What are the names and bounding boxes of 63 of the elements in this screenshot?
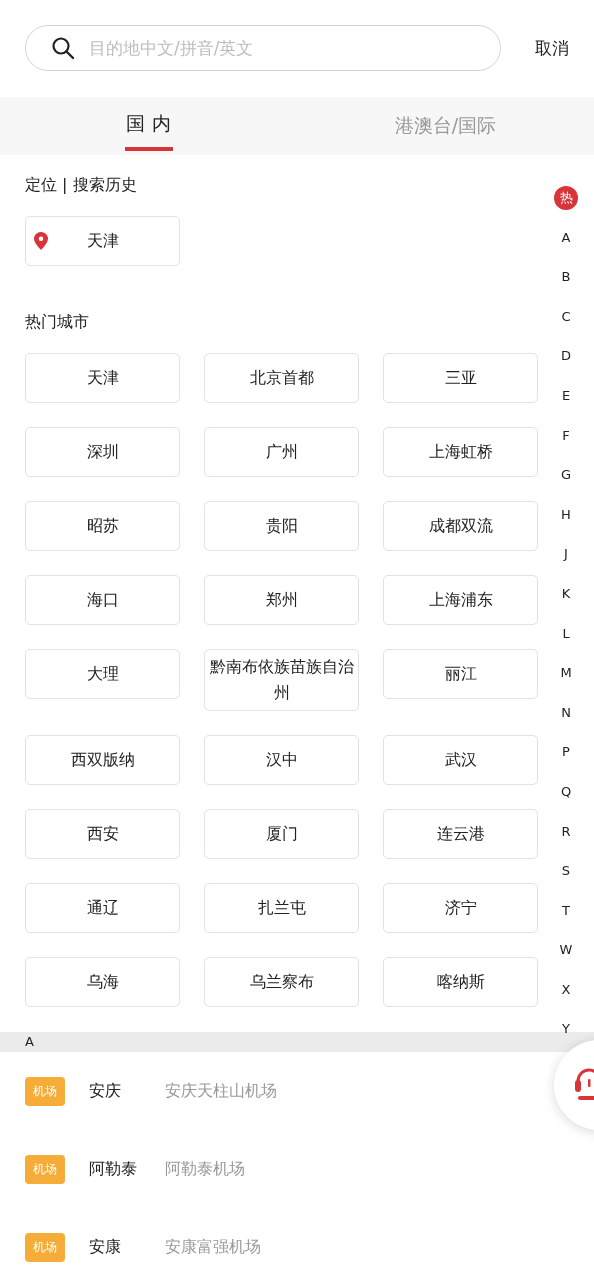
city-button[interactable]: 西安 bbox=[25, 809, 180, 859]
city-button[interactable]: 丽江 bbox=[383, 649, 538, 699]
city-button[interactable]: 广州 bbox=[204, 427, 359, 477]
index-letter[interactable]: W bbox=[554, 938, 578, 963]
location-city-button[interactable]: 天津 bbox=[25, 216, 180, 266]
index-letter[interactable]: R bbox=[554, 819, 578, 844]
city-button[interactable]: 乌海 bbox=[25, 957, 180, 1007]
city-button[interactable]: 乌兰察布 bbox=[204, 957, 359, 1007]
city-button[interactable]: 昭苏 bbox=[25, 501, 180, 551]
index-letter[interactable]: 热 bbox=[554, 186, 578, 210]
index-letter[interactable]: P bbox=[554, 740, 578, 765]
search-icon bbox=[51, 36, 75, 60]
city-button[interactable]: 西双版纳 bbox=[25, 735, 180, 785]
index-letter[interactable]: B bbox=[554, 265, 578, 290]
index-letter[interactable]: L bbox=[554, 621, 578, 646]
city-button[interactable]: 北京首都 bbox=[204, 353, 359, 403]
letter-header: A bbox=[0, 1032, 594, 1052]
city-button[interactable]: 天津 bbox=[25, 353, 180, 403]
city-name[interactable]: 安康 bbox=[89, 1236, 141, 1258]
index-letter[interactable]: T bbox=[554, 898, 578, 923]
city-button[interactable]: 上海浦东 bbox=[383, 575, 538, 625]
index-letter[interactable]: M bbox=[554, 661, 578, 686]
city-button[interactable]: 大理 bbox=[25, 649, 180, 699]
city-button[interactable]: 武汉 bbox=[383, 735, 538, 785]
location-pin-icon bbox=[34, 232, 48, 250]
index-letter[interactable]: A bbox=[554, 225, 578, 250]
section-title: 定位 | 搜索历史 bbox=[25, 175, 138, 196]
tab[interactable]: 国 内 bbox=[0, 97, 297, 155]
city-button[interactable]: 厦门 bbox=[204, 809, 359, 859]
city-button[interactable]: 扎兰屯 bbox=[204, 883, 359, 933]
city-button[interactable]: 深圳 bbox=[25, 427, 180, 477]
city-button[interactable]: 三亚 bbox=[383, 353, 538, 403]
index-letter[interactable]: D bbox=[554, 344, 578, 369]
index-letter[interactable]: G bbox=[554, 463, 578, 488]
section-title: 热门城市 bbox=[25, 312, 90, 333]
city-button[interactable]: 成都双流 bbox=[383, 501, 538, 551]
index-letter[interactable]: K bbox=[554, 581, 578, 606]
city-button[interactable]: 海口 bbox=[25, 575, 180, 625]
city-button[interactable]: 贵阳 bbox=[204, 501, 359, 551]
city-button[interactable]: 连云港 bbox=[383, 809, 538, 859]
city-button[interactable]: 济宁 bbox=[383, 883, 538, 933]
city-name[interactable]: 阿勒泰 bbox=[89, 1158, 141, 1180]
index-letter[interactable]: N bbox=[554, 700, 578, 725]
index-letter[interactable]: J bbox=[554, 542, 578, 567]
airport-tag: 机场 bbox=[25, 1154, 65, 1184]
index-letter[interactable]: F bbox=[554, 423, 578, 448]
city-button[interactable]: 通辽 bbox=[25, 883, 180, 933]
index-letter[interactable]: S bbox=[554, 859, 578, 884]
search-input[interactable]: 目的地中文/拼音/英文 bbox=[87, 37, 500, 59]
airport-tag: 机场 bbox=[25, 1232, 65, 1262]
city-button[interactable]: 汉中 bbox=[204, 735, 359, 785]
index-letter[interactable]: X bbox=[554, 977, 578, 1002]
airport-tag: 机场 bbox=[25, 1076, 65, 1106]
index-letter[interactable]: H bbox=[554, 502, 578, 527]
index-letter[interactable]: C bbox=[554, 304, 578, 329]
city-button[interactable]: 郑州 bbox=[204, 575, 359, 625]
index-letter[interactable]: E bbox=[554, 383, 578, 408]
index-letter[interactable]: Q bbox=[554, 779, 578, 804]
city-button[interactable]: 黔南布依族苗族自治州 bbox=[204, 649, 359, 711]
cancel-button[interactable]: 取消 bbox=[535, 36, 569, 60]
city-name[interactable]: 安庆 bbox=[89, 1080, 141, 1102]
city-button[interactable]: 上海虹桥 bbox=[383, 427, 538, 477]
city-button[interactable]: 喀纳斯 bbox=[383, 957, 538, 1007]
